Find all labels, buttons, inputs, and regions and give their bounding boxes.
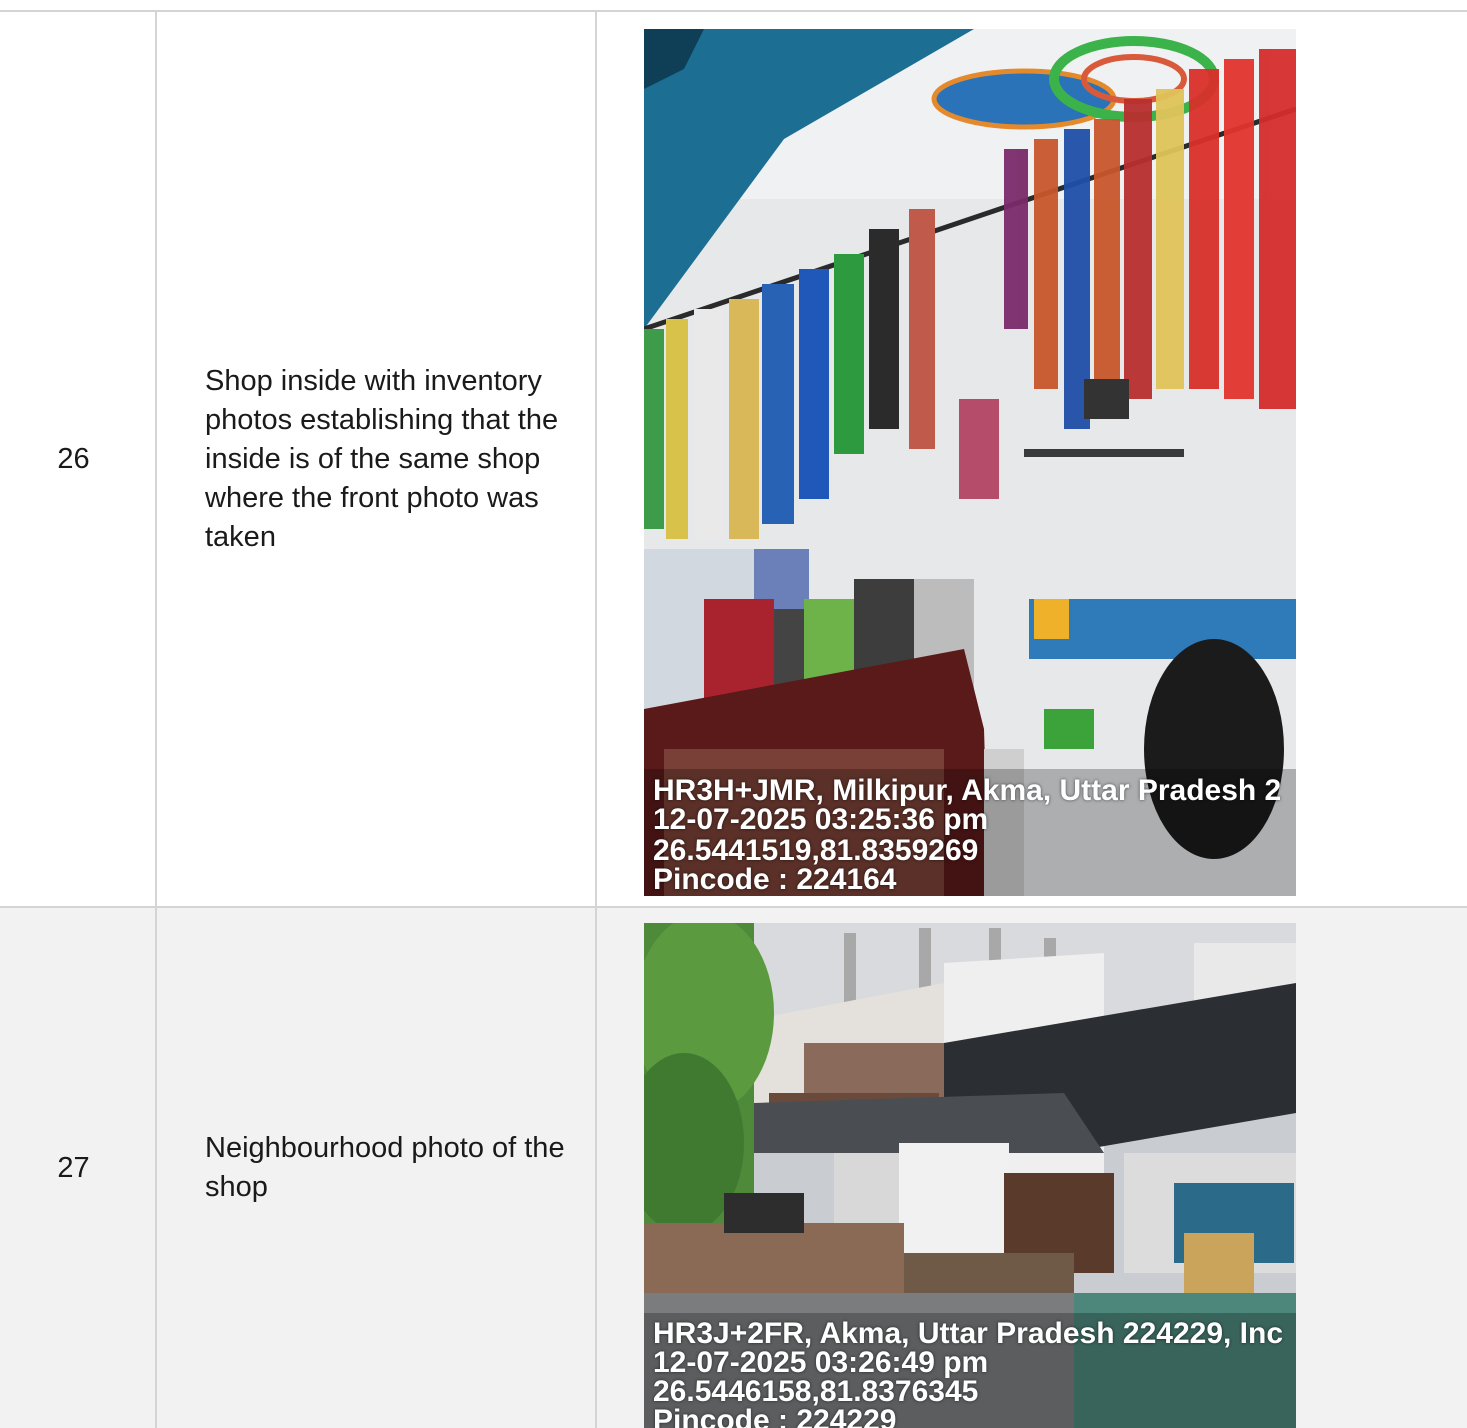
row-number: 27 (0, 908, 157, 1428)
row-description: Shop inside with inventory photos establ… (157, 12, 597, 906)
geotag-datetime: 12-07-2025 03:26:49 pm (653, 1346, 989, 1379)
geotag-stamp: HR3H+JMR, Milkipur, Akma, Uttar Pradesh … (653, 774, 1282, 896)
shop-inside-image (644, 29, 1296, 896)
photo-table: 26 Shop inside with inventory photos est… (0, 10, 1467, 1428)
neighbourhood-photo: HR3J+2FR, Akma, Uttar Pradesh 224229, In… (644, 923, 1296, 1428)
geotag-address: HR3H+JMR, Milkipur, Akma, Uttar Pradesh … (653, 774, 1282, 807)
row-description: Neighbourhood photo of the shop (157, 908, 597, 1428)
geotag-address: HR3J+2FR, Akma, Uttar Pradesh 224229, In… (653, 1317, 1284, 1350)
geotag-pincode: Pincode : 224229 (653, 1404, 897, 1428)
geotag-stamp: HR3J+2FR, Akma, Uttar Pradesh 224229, In… (653, 1319, 1283, 1428)
table-row: 27 Neighbourhood photo of the shop HR3J+… (0, 908, 1467, 1428)
photo-cell: HR3H+JMR, Milkipur, Akma, Uttar Pradesh … (597, 12, 1467, 906)
geotag-coords: 26.5446158,81.8376345 (653, 1375, 979, 1408)
row-number: 26 (0, 12, 157, 906)
geotag-datetime: 12-07-2025 03:25:36 pm (653, 803, 989, 836)
shop-inside-photo: HR3H+JMR, Milkipur, Akma, Uttar Pradesh … (644, 29, 1296, 896)
photo-cell: HR3J+2FR, Akma, Uttar Pradesh 224229, In… (597, 908, 1467, 1428)
geotag-pincode: Pincode : 224164 (653, 863, 897, 896)
geotag-coords: 26.5441519,81.8359269 (653, 834, 979, 867)
table-row: 26 Shop inside with inventory photos est… (0, 12, 1467, 908)
